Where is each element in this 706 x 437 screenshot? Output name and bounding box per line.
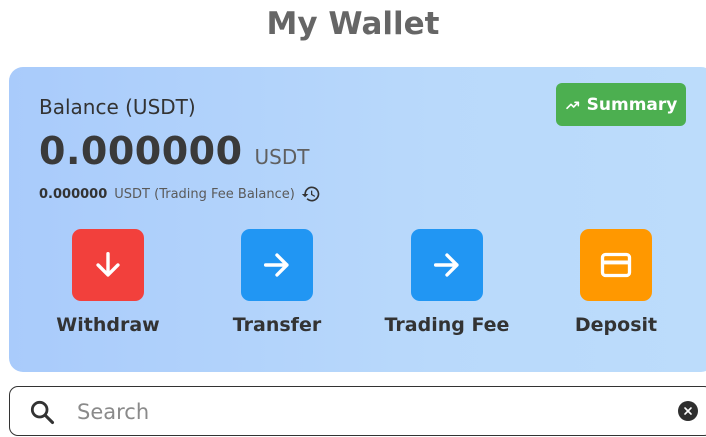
balance-label: Balance (USDT): [39, 95, 196, 119]
deposit-button[interactable]: Deposit: [546, 229, 686, 336]
search-icon: [28, 398, 56, 426]
summary-button[interactable]: Summary: [556, 83, 686, 126]
card-icon: [600, 252, 632, 278]
trading-fee-balance-row: 0.000000 USDT (Trading Fee Balance): [39, 184, 321, 204]
trending-up-icon: [565, 97, 581, 113]
withdraw-button[interactable]: Withdraw: [38, 229, 178, 336]
arrow-down-icon: [96, 251, 120, 277]
withdraw-tile[interactable]: [72, 229, 144, 301]
balance-amount: 0.000000: [39, 129, 243, 173]
withdraw-label: Withdraw: [56, 314, 160, 336]
transfer-tile[interactable]: [241, 229, 313, 301]
summary-button-label: Summary: [586, 94, 678, 115]
arrow-right-icon: [433, 253, 459, 277]
transfer-label: Transfer: [232, 314, 322, 336]
deposit-tile[interactable]: [580, 229, 652, 301]
fee-balance-label: USDT (Trading Fee Balance): [114, 186, 295, 202]
fee-balance-amount: 0.000000: [39, 186, 108, 202]
deposit-label: Deposit: [574, 314, 658, 336]
transfer-button[interactable]: Transfer: [207, 229, 347, 336]
search-input[interactable]: [75, 396, 639, 428]
history-icon[interactable]: [301, 184, 321, 204]
trading-fee-label: Trading Fee: [384, 314, 510, 336]
page-title: My Wallet: [266, 6, 440, 42]
search-bar[interactable]: [9, 386, 706, 436]
balance-unit: USDT: [254, 145, 310, 169]
trading-fee-button[interactable]: Trading Fee: [377, 229, 517, 336]
balance-row: 0.000000 USDT: [39, 129, 309, 173]
arrow-right-icon: [263, 253, 289, 277]
trading-fee-tile[interactable]: [411, 229, 483, 301]
balance-card: Balance (USDT) 0.000000 USDT 0.000000 US…: [9, 67, 706, 372]
clear-search-icon[interactable]: [678, 401, 698, 421]
